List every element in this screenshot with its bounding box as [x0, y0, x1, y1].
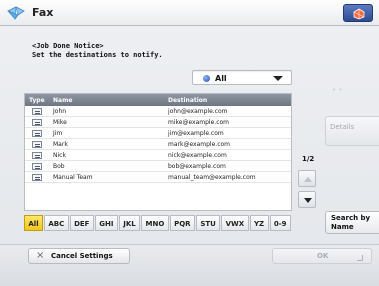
details-button[interactable]: Details › [325, 116, 379, 146]
destination-table: Type Name Destination John john@example.… [24, 93, 292, 211]
chevron-down-icon [273, 76, 283, 81]
alphabet-key-mno[interactable]: MNO [141, 215, 169, 231]
row-destination: bob@example.com [168, 163, 226, 170]
close-icon: × [36, 250, 45, 261]
column-header-name: Name [53, 97, 73, 104]
alphabet-key-ghi[interactable]: GHI [94, 215, 118, 231]
table-row[interactable]: Nick nick@example.com [25, 150, 291, 161]
notice-heading: <Job Done Notice> [32, 42, 104, 50]
table-row[interactable]: Jim jim@example.com [25, 128, 291, 139]
column-header-destination: Destination [168, 97, 208, 104]
column-header-type: Type [29, 97, 45, 104]
email-icon [32, 174, 42, 181]
row-name: Mike [53, 119, 67, 126]
row-name: Manual Team [53, 174, 93, 181]
alphabet-key-vwx[interactable]: VWX [221, 215, 249, 231]
email-icon [32, 130, 42, 137]
table-header: Type Name Destination [25, 94, 291, 106]
row-destination: john@example.com [168, 108, 228, 115]
alphabet-key-pqr[interactable]: PQR [169, 215, 195, 231]
email-icon [32, 141, 42, 148]
search-by-name-button[interactable]: Search by Name [325, 211, 379, 234]
notice-text: <Job Done Notice> Set the destinations t… [32, 42, 163, 60]
alphabet-filter: All ABC DEF GHI JKL MNO PQR STU VWX YZ 0… [24, 215, 292, 231]
arrow-up-icon [304, 177, 312, 182]
notice-instruction: Set the destinations to notify. [32, 51, 163, 59]
faint-indicator: • • [332, 86, 343, 94]
scroll-up-button[interactable] [298, 170, 316, 187]
arrow-down-icon [304, 198, 312, 203]
enter-corner-icon [357, 255, 363, 261]
settings-icon [353, 8, 365, 20]
row-destination: mark@example.com [168, 141, 231, 148]
table-row[interactable]: Mike mike@example.com [25, 117, 291, 128]
alphabet-key-all[interactable]: All [24, 215, 43, 231]
table-row[interactable]: Bob bob@example.com [25, 161, 291, 172]
cancel-settings-label: Cancel Settings [51, 252, 113, 260]
table-row[interactable]: Manual Team manual_team@example.com [25, 172, 291, 183]
alphabet-key-jkl[interactable]: JKL [118, 215, 141, 231]
search-by-name-label: Search by Name [331, 214, 371, 231]
row-name: John [53, 108, 67, 115]
alphabet-key-def[interactable]: DEF [69, 215, 94, 231]
row-destination: nick@example.com [168, 152, 227, 159]
email-icon [32, 152, 42, 159]
alphabet-key-0-9[interactable]: 0-9 [269, 215, 291, 231]
details-label: Details [330, 123, 355, 131]
row-name: Nick [53, 152, 66, 159]
row-name: Bob [53, 163, 65, 170]
page-title: Fax [32, 6, 54, 19]
alphabet-key-stu[interactable]: STU [195, 215, 221, 231]
row-name: Jim [53, 130, 63, 137]
cancel-settings-button[interactable]: × Cancel Settings [28, 248, 130, 264]
ok-button[interactable]: OK [272, 248, 372, 264]
table-row[interactable]: Mark mark@example.com [25, 139, 291, 150]
radio-dot-icon [203, 75, 210, 82]
alphabet-key-abc[interactable]: ABC [44, 215, 69, 231]
screen: Fax <Job Done Notice> Set the destinatio… [0, 0, 379, 286]
page-indicator: 1/2 [302, 155, 315, 163]
email-icon [32, 108, 42, 115]
table-row[interactable]: John john@example.com [25, 106, 291, 117]
email-icon [32, 163, 42, 170]
type-filter-dropdown[interactable]: All [192, 70, 292, 85]
scroll-down-button[interactable] [298, 191, 316, 208]
header-bar: Fax [0, 0, 379, 26]
email-icon [32, 119, 42, 126]
settings-button[interactable] [343, 4, 373, 22]
row-destination: jim@example.com [168, 130, 224, 137]
alphabet-key-yz[interactable]: YZ [249, 215, 269, 231]
row-name: Mark [53, 141, 68, 148]
row-destination: manual_team@example.com [168, 174, 256, 181]
ok-label: OK [317, 252, 329, 260]
row-destination: mike@example.com [168, 119, 230, 126]
fax-icon [7, 6, 25, 21]
type-filter-value: All [215, 74, 227, 83]
